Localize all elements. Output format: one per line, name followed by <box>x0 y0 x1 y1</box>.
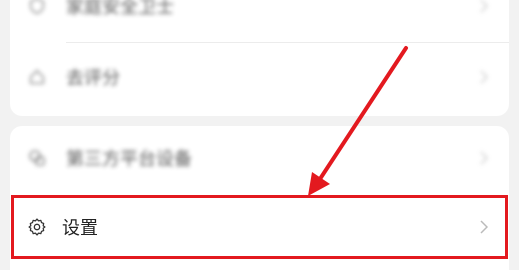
chevron-right-icon <box>479 69 489 85</box>
devices-icon <box>26 147 48 169</box>
divider <box>66 42 509 43</box>
menu-item-rate-us[interactable]: 去评分 <box>10 50 509 104</box>
menu-item-label: 第三方平台设备 <box>66 149 192 170</box>
menu-item-home-security[interactable]: 家庭安全卫士 <box>10 0 509 26</box>
highlight-box <box>11 195 508 259</box>
menu-item-label: 去评分 <box>66 68 120 89</box>
menu-item-third-party-devices[interactable]: 第三方平台设备 <box>10 130 509 186</box>
chevron-right-icon <box>479 150 489 166</box>
chevron-right-icon <box>479 0 489 14</box>
house-icon <box>26 66 48 88</box>
menu-item-label: 家庭安全卫士 <box>66 0 174 18</box>
shield-icon <box>26 0 48 17</box>
